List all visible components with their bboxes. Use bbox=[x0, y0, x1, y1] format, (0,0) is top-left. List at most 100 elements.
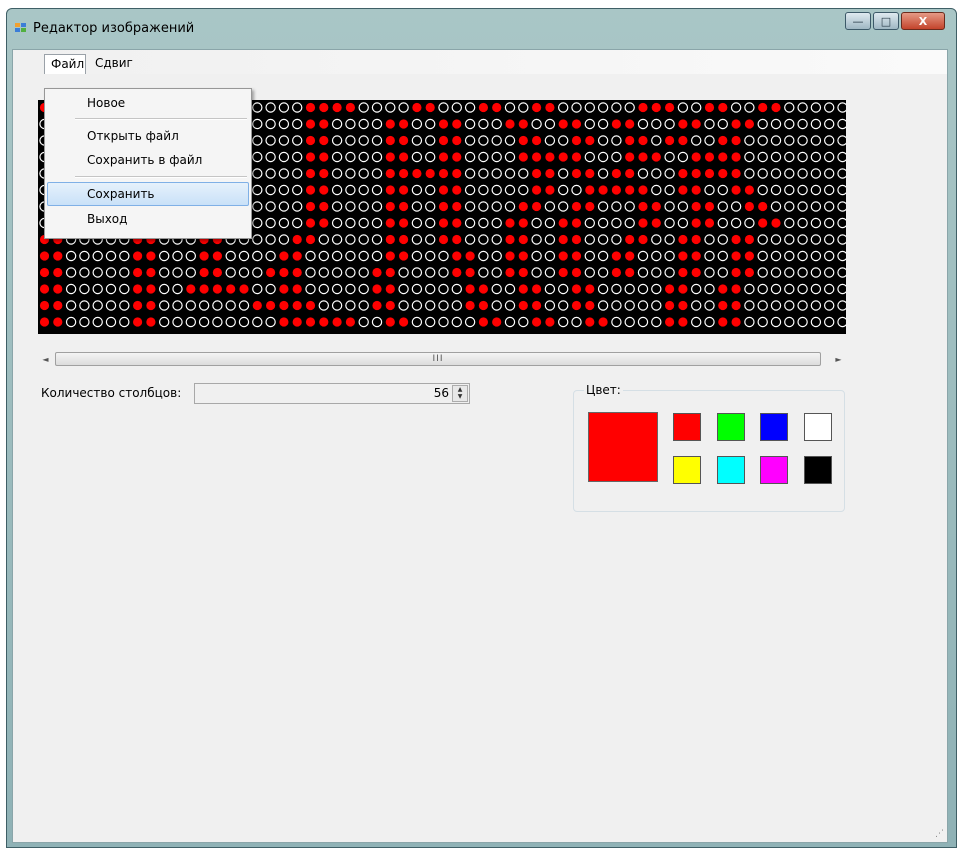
led-pixel[interactable] bbox=[585, 284, 595, 294]
led-pixel[interactable] bbox=[544, 300, 556, 311]
led-pixel[interactable] bbox=[464, 118, 476, 130]
led-pixel[interactable] bbox=[438, 300, 449, 311]
led-pixel[interactable] bbox=[518, 152, 528, 162]
led-pixel[interactable] bbox=[79, 300, 90, 311]
led-pixel[interactable] bbox=[465, 284, 475, 294]
led-pixel[interactable] bbox=[172, 300, 183, 311]
led-pixel[interactable] bbox=[65, 250, 77, 262]
led-pixel[interactable] bbox=[465, 267, 475, 278]
led-pixel[interactable] bbox=[518, 184, 529, 196]
led-pixel[interactable] bbox=[704, 234, 715, 245]
led-pixel[interactable] bbox=[691, 168, 701, 179]
led-pixel[interactable] bbox=[438, 234, 449, 245]
led-pixel[interactable] bbox=[532, 168, 542, 179]
led-pixel[interactable] bbox=[611, 119, 622, 129]
led-pixel[interactable] bbox=[810, 184, 822, 196]
led-pixel[interactable] bbox=[638, 135, 648, 146]
led-pixel[interactable] bbox=[385, 251, 395, 261]
led-pixel[interactable] bbox=[757, 267, 768, 278]
led-pixel[interactable] bbox=[744, 316, 755, 328]
led-pixel[interactable] bbox=[744, 135, 755, 146]
led-pixel[interactable] bbox=[770, 234, 782, 245]
led-pixel[interactable] bbox=[584, 102, 596, 113]
led-pixel[interactable] bbox=[371, 201, 383, 212]
maximize-button[interactable]: □ bbox=[873, 12, 899, 30]
led-pixel[interactable] bbox=[797, 151, 808, 163]
color-swatch[interactable] bbox=[760, 413, 788, 441]
led-pixel[interactable] bbox=[411, 201, 423, 212]
led-pixel[interactable] bbox=[371, 217, 383, 229]
led-pixel[interactable] bbox=[784, 267, 795, 278]
color-swatch[interactable] bbox=[804, 456, 832, 484]
led-pixel[interactable] bbox=[358, 234, 369, 245]
led-pixel[interactable] bbox=[651, 201, 661, 212]
led-pixel[interactable] bbox=[625, 234, 635, 245]
led-pixel[interactable] bbox=[624, 283, 635, 295]
led-pixel[interactable] bbox=[597, 151, 609, 163]
led-pixel[interactable] bbox=[252, 201, 263, 212]
led-pixel[interactable] bbox=[305, 218, 316, 228]
led-pixel[interactable] bbox=[385, 168, 395, 179]
led-pixel[interactable] bbox=[252, 234, 263, 245]
led-pixel[interactable] bbox=[92, 283, 103, 295]
led-pixel[interactable] bbox=[704, 250, 715, 262]
led-pixel[interactable] bbox=[664, 151, 675, 163]
led-pixel[interactable] bbox=[691, 201, 701, 212]
led-pixel[interactable] bbox=[358, 267, 369, 278]
led-pixel[interactable] bbox=[92, 267, 103, 278]
led-pixel[interactable] bbox=[305, 168, 316, 179]
led-pixel[interactable] bbox=[478, 317, 488, 327]
led-pixel[interactable] bbox=[585, 168, 595, 179]
led-pixel[interactable] bbox=[292, 217, 303, 229]
led-pixel[interactable] bbox=[491, 151, 502, 163]
led-pixel[interactable] bbox=[266, 267, 276, 278]
led-pixel[interactable] bbox=[651, 234, 662, 245]
led-pixel[interactable] bbox=[704, 118, 715, 130]
led-pixel[interactable] bbox=[39, 267, 50, 278]
led-pixel[interactable] bbox=[172, 316, 183, 328]
led-pixel[interactable] bbox=[571, 168, 582, 179]
led-pixel[interactable] bbox=[718, 284, 728, 294]
led-pixel[interactable] bbox=[345, 151, 356, 163]
led-pixel[interactable] bbox=[265, 234, 276, 245]
led-pixel[interactable] bbox=[571, 152, 582, 162]
led-pixel[interactable] bbox=[491, 118, 502, 130]
led-pixel[interactable] bbox=[518, 234, 528, 245]
led-pixel[interactable] bbox=[611, 151, 622, 163]
led-pixel[interactable] bbox=[637, 267, 649, 278]
led-pixel[interactable] bbox=[371, 184, 383, 196]
led-pixel[interactable] bbox=[744, 234, 755, 245]
led-pixel[interactable] bbox=[665, 317, 675, 327]
led-pixel[interactable] bbox=[478, 300, 488, 311]
led-pixel[interactable] bbox=[505, 218, 515, 228]
led-pixel[interactable] bbox=[558, 283, 569, 295]
led-pixel[interactable] bbox=[398, 300, 409, 311]
led-pixel[interactable] bbox=[318, 250, 329, 262]
led-pixel[interactable] bbox=[318, 234, 329, 245]
led-pixel[interactable] bbox=[824, 168, 835, 179]
led-pixel[interactable] bbox=[597, 283, 609, 295]
led-pixel[interactable] bbox=[438, 152, 449, 162]
led-pixel[interactable] bbox=[438, 283, 449, 295]
led-pixel[interactable] bbox=[824, 300, 835, 311]
led-pixel[interactable] bbox=[597, 300, 609, 311]
led-pixel[interactable] bbox=[731, 168, 741, 179]
led-pixel[interactable] bbox=[704, 218, 715, 228]
led-pixel[interactable] bbox=[625, 168, 635, 179]
led-pixel[interactable] bbox=[331, 201, 343, 212]
led-pixel[interactable] bbox=[504, 102, 516, 113]
led-pixel[interactable] bbox=[146, 317, 156, 327]
led-pixel[interactable] bbox=[105, 316, 117, 328]
led-pixel[interactable] bbox=[518, 251, 528, 261]
led-pixel[interactable] bbox=[199, 267, 209, 278]
led-pixel[interactable] bbox=[837, 151, 846, 163]
led-pixel[interactable] bbox=[558, 234, 568, 245]
led-pixel[interactable] bbox=[371, 135, 383, 146]
led-pixel[interactable] bbox=[717, 234, 729, 245]
led-pixel[interactable] bbox=[385, 152, 395, 162]
led-pixel[interactable] bbox=[385, 300, 395, 311]
color-swatch[interactable] bbox=[760, 456, 788, 484]
led-pixel[interactable] bbox=[478, 118, 489, 130]
led-pixel[interactable] bbox=[518, 168, 529, 179]
led-pixel[interactable] bbox=[451, 300, 462, 311]
